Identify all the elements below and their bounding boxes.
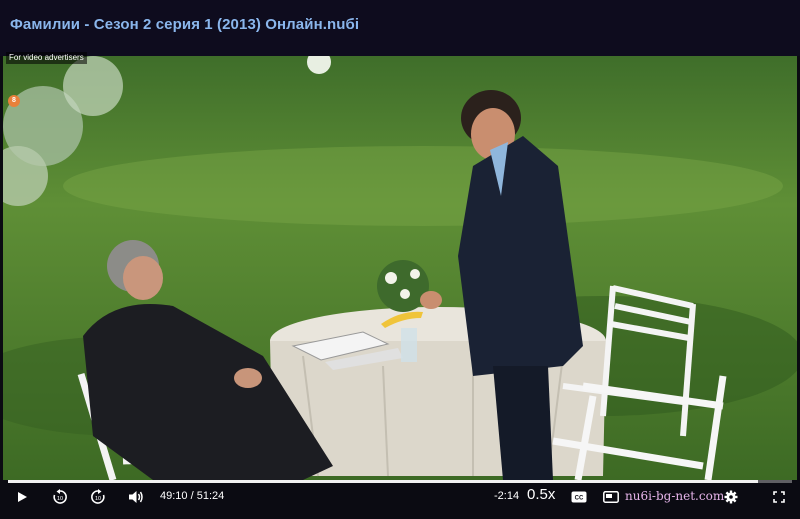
video-title[interactable]: Фамилии - Сезон 2 серия 1 (2013) Онлайн.… xyxy=(10,16,359,33)
svg-text:10: 10 xyxy=(57,496,63,502)
volume-button[interactable] xyxy=(124,483,148,511)
captions-button[interactable]: CC xyxy=(568,483,590,511)
svg-text:10: 10 xyxy=(95,496,101,502)
play-icon xyxy=(16,491,28,503)
fullscreen-icon xyxy=(773,491,785,503)
pip-button[interactable] xyxy=(600,483,622,511)
time-display: 49:10 / 51:24 xyxy=(160,490,224,502)
remaining-time: -2:14 xyxy=(494,490,520,502)
forward-10-button[interactable]: 10 xyxy=(86,483,110,511)
gear-icon xyxy=(724,490,738,504)
player-controls: 10 10 49:10 / 51:24 -2:14 0.5x CC nu6i-b… xyxy=(0,483,800,519)
fullscreen-button[interactable] xyxy=(768,483,790,511)
current-time: 49:10 xyxy=(160,490,188,502)
playback-speed-button[interactable]: 0.5x xyxy=(527,486,555,503)
video-frame[interactable] xyxy=(3,56,797,480)
volume-icon xyxy=(128,490,144,504)
duration: 51:24 xyxy=(196,490,225,502)
settings-button[interactable] xyxy=(720,483,742,511)
watermark: nu6i-bg-net.com xyxy=(625,489,725,503)
video-scene xyxy=(3,56,797,480)
picture-in-picture-icon xyxy=(603,491,619,503)
svg-text:CC: CC xyxy=(575,496,584,502)
rewind-10-icon: 10 xyxy=(52,489,68,505)
title-bar: Фамилии - Сезон 2 серия 1 (2013) Онлайн.… xyxy=(0,0,800,56)
ad-label[interactable]: For video advertisers xyxy=(6,52,87,64)
time-separator: / xyxy=(187,490,197,502)
ad-badge[interactable]: 8 xyxy=(8,95,20,107)
forward-10-icon: 10 xyxy=(90,489,106,505)
play-button[interactable] xyxy=(10,483,34,511)
captions-icon: CC xyxy=(571,491,587,503)
rewind-10-button[interactable]: 10 xyxy=(48,483,72,511)
